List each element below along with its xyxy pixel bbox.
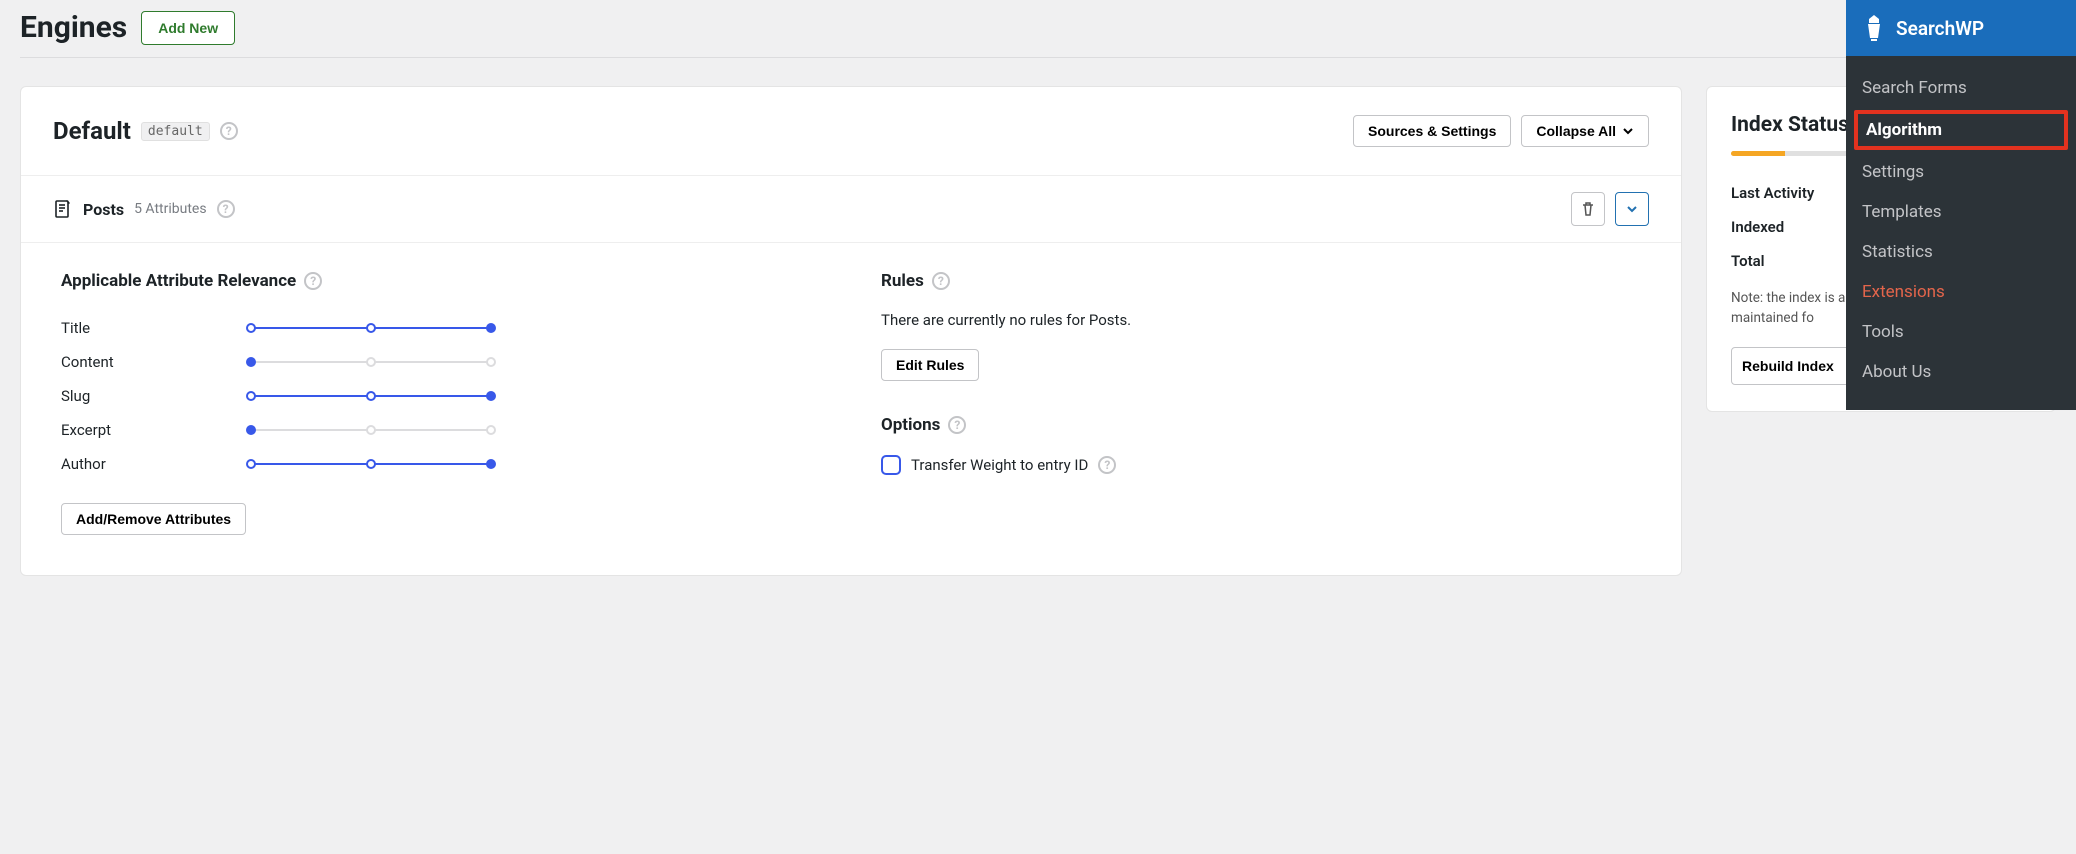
relevance-slider[interactable] (251, 424, 491, 436)
trash-icon (1580, 201, 1596, 217)
attribute-row: Title (61, 311, 821, 345)
nav-item-templates[interactable]: Templates (1846, 192, 2076, 232)
attribute-label: Content (61, 353, 231, 371)
collapse-all-button[interactable]: Collapse All (1521, 115, 1649, 147)
engine-title: Default (53, 117, 131, 145)
slider-stop[interactable] (486, 323, 496, 333)
lantern-icon (1862, 14, 1886, 42)
attribute-count: 5 Attributes (134, 201, 206, 217)
sources-settings-button[interactable]: Sources & Settings (1353, 115, 1511, 147)
slider-stop[interactable] (246, 357, 256, 367)
slider-stop[interactable] (486, 357, 496, 367)
attribute-row: Author (61, 447, 821, 481)
attribute-row: Content (61, 345, 821, 379)
collapse-all-label: Collapse All (1536, 123, 1616, 139)
help-icon[interactable]: ? (1098, 456, 1116, 474)
source-title: Posts (83, 200, 124, 219)
relevance-slider[interactable] (251, 322, 491, 334)
brand-header[interactable]: SearchWP (1846, 0, 2076, 56)
slider-stop[interactable] (366, 323, 376, 333)
chevron-down-icon (1622, 125, 1634, 137)
slider-stop[interactable] (366, 425, 376, 435)
slider-stop[interactable] (246, 391, 256, 401)
slider-stop[interactable] (246, 425, 256, 435)
transfer-weight-label: Transfer Weight to entry ID (911, 456, 1088, 474)
engine-card: Default default ? Sources & Settings Col… (20, 86, 1682, 576)
brand-label: SearchWP (1896, 17, 1984, 40)
edit-rules-button[interactable]: Edit Rules (881, 349, 979, 381)
relevance-slider[interactable] (251, 356, 491, 368)
nav-item-algorithm[interactable]: Algorithm (1854, 110, 2068, 150)
rules-empty-text: There are currently no rules for Posts. (881, 311, 1641, 329)
nav-item-settings[interactable]: Settings (1846, 152, 2076, 192)
nav-item-search-forms[interactable]: Search Forms (1846, 68, 2076, 108)
nav-item-statistics[interactable]: Statistics (1846, 232, 2076, 272)
slider-stop[interactable] (486, 391, 496, 401)
slider-stop[interactable] (366, 459, 376, 469)
relevance-heading: Applicable Attribute Relevance (61, 271, 296, 291)
help-icon[interactable]: ? (217, 200, 235, 218)
relevance-slider[interactable] (251, 390, 491, 402)
help-icon[interactable]: ? (948, 416, 966, 434)
rules-heading: Rules (881, 271, 924, 291)
plugin-flyout-menu: SearchWP Search FormsAlgorithmSettingsTe… (1846, 0, 2076, 410)
help-icon[interactable]: ? (220, 122, 238, 140)
nav-item-about-us[interactable]: About Us (1846, 352, 2076, 392)
attribute-label: Title (61, 319, 231, 337)
collapse-source-button[interactable] (1615, 192, 1649, 226)
slider-stop[interactable] (366, 357, 376, 367)
attribute-row: Excerpt (61, 413, 821, 447)
nav-item-extensions[interactable]: Extensions (1846, 272, 2076, 312)
relevance-slider[interactable] (251, 458, 491, 470)
slider-stop[interactable] (246, 323, 256, 333)
delete-source-button[interactable] (1571, 192, 1605, 226)
transfer-weight-checkbox[interactable] (881, 455, 901, 475)
attribute-label: Author (61, 455, 231, 473)
engine-slug: default (141, 122, 210, 141)
chevron-down-icon (1626, 203, 1638, 215)
attribute-label: Excerpt (61, 421, 231, 439)
post-icon (53, 199, 73, 219)
attribute-row: Slug (61, 379, 821, 413)
slider-stop[interactable] (366, 391, 376, 401)
slider-stop[interactable] (486, 425, 496, 435)
slider-stop[interactable] (246, 459, 256, 469)
options-heading: Options (881, 415, 940, 435)
slider-stop[interactable] (486, 459, 496, 469)
help-icon[interactable]: ? (932, 272, 950, 290)
nav-item-tools[interactable]: Tools (1846, 312, 2076, 352)
page-title: Engines (20, 10, 127, 45)
attribute-label: Slug (61, 387, 231, 405)
add-new-button[interactable]: Add New (141, 11, 235, 45)
help-icon[interactable]: ? (304, 272, 322, 290)
add-remove-attributes-button[interactable]: Add/Remove Attributes (61, 503, 246, 535)
